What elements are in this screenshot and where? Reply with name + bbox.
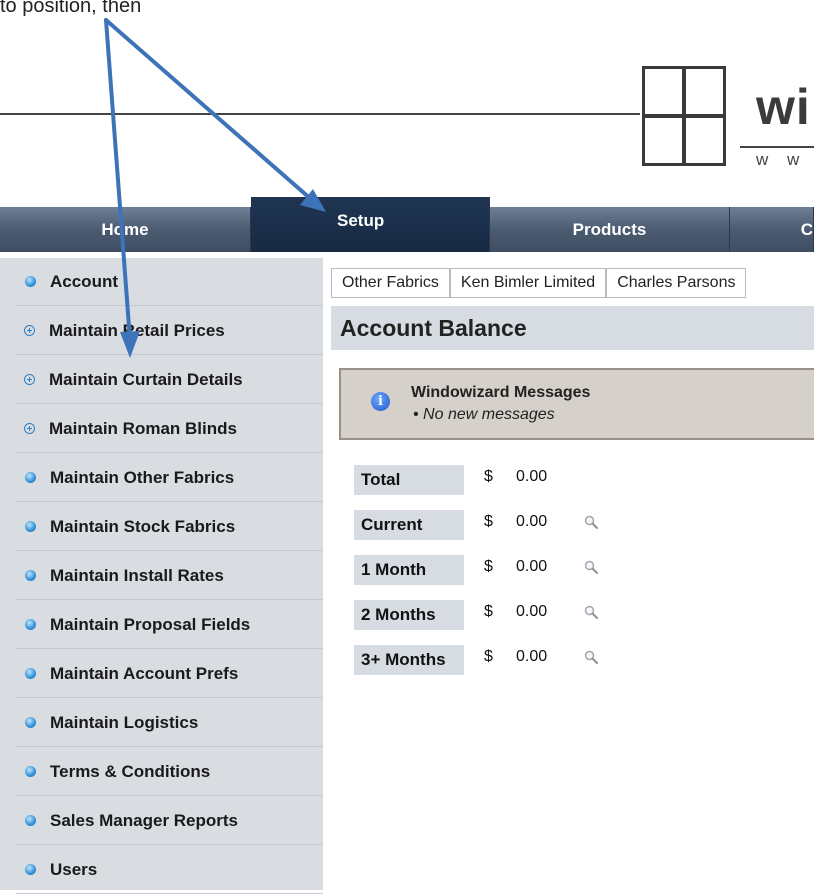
balance-currency: $ xyxy=(484,558,493,575)
subtab-bar: Other Fabrics Ken Bimler Limited Charles… xyxy=(331,268,747,298)
sidebar-item[interactable]: Account xyxy=(16,258,323,306)
bullet-icon xyxy=(25,668,36,679)
balance-currency: $ xyxy=(484,648,493,665)
balance-label: 1 Month xyxy=(354,555,464,585)
tab-next[interactable]: C xyxy=(730,207,814,252)
balance-label: Current xyxy=(354,510,464,540)
sidebar-item-label: Account xyxy=(50,271,118,291)
expand-icon xyxy=(24,423,35,434)
logo-rule-right xyxy=(740,146,814,148)
sidebar-item-label: Maintain Curtain Details xyxy=(49,369,243,389)
sidebar-item-label: Maintain Other Fabrics xyxy=(50,467,235,487)
message-text: No new messages xyxy=(423,406,555,423)
balance-label: Total xyxy=(354,465,464,495)
sidebar-item[interactable]: Sales Manager Reports xyxy=(16,797,323,845)
expand-icon xyxy=(24,374,35,385)
tab-products[interactable]: Products xyxy=(490,207,730,252)
bullet-icon xyxy=(25,472,36,483)
messages-title: Windowizard Messages xyxy=(411,384,591,401)
magnifier-icon[interactable] xyxy=(584,515,598,529)
balance-label: 2 Months xyxy=(354,600,464,630)
page-title: Account Balance xyxy=(331,306,814,350)
sidebar-item[interactable]: Maintain Curtain Details xyxy=(16,356,323,404)
bullet-icon xyxy=(25,521,36,532)
sidebar-item-label: Maintain Proposal Fields xyxy=(50,614,251,634)
magnifier-icon[interactable] xyxy=(584,605,598,619)
subtab-other-fabrics[interactable]: Other Fabrics xyxy=(331,268,450,298)
sidebar-item[interactable]: Maintain Retail Prices xyxy=(16,307,323,355)
logo-wordmark: wi xyxy=(756,79,811,135)
balance-value: 0.00 xyxy=(516,468,548,485)
subtab-charles-parsons[interactable]: Charles Parsons xyxy=(606,268,747,298)
message-item: • No new messages xyxy=(413,406,555,423)
sidebar: Account Maintain Retail Prices Maintain Cu… xyxy=(0,258,323,894)
annotation-caption: to position, then xyxy=(0,0,142,17)
sidebar-item-label: Users xyxy=(50,859,98,879)
balance-label: 3+ Months xyxy=(354,645,464,675)
subtab-ken-bimler[interactable]: Ken Bimler Limited xyxy=(449,268,607,298)
balance-currency: $ xyxy=(484,603,493,620)
logo-rule-left xyxy=(0,113,640,115)
info-icon: i xyxy=(371,392,390,411)
main-nav: Home Setup Products C xyxy=(0,197,814,252)
logo-url: w w xyxy=(756,150,807,169)
sidebar-item-label: Maintain Account Prefs xyxy=(50,663,239,683)
balance-currency: $ xyxy=(484,513,493,530)
bullet-icon xyxy=(25,815,36,826)
sidebar-item-label: Maintain Retail Prices xyxy=(49,320,225,340)
sidebar-item[interactable]: Maintain Install Rates xyxy=(16,552,323,600)
sidebar-item-label: Maintain Install Rates xyxy=(50,565,224,585)
sidebar-item-label: Maintain Stock Fabrics xyxy=(50,516,236,536)
tab-home[interactable]: Home xyxy=(0,207,251,252)
bullet-icon xyxy=(25,864,36,875)
balance-value: 0.00 xyxy=(516,648,548,665)
expand-icon xyxy=(24,325,35,336)
sidebar-item-label: Sales Manager Reports xyxy=(50,810,239,830)
bullet-icon xyxy=(25,717,36,728)
bullet-icon xyxy=(25,619,36,630)
arrow-line-diagonal xyxy=(104,18,314,202)
logo-window-icon xyxy=(642,66,726,166)
sidebar-item[interactable]: Maintain Proposal Fields xyxy=(16,601,323,649)
sidebar-item-label: Maintain Logistics xyxy=(50,712,199,732)
balance-value: 0.00 xyxy=(516,513,548,530)
magnifier-icon[interactable] xyxy=(584,650,598,664)
balance-value: 0.00 xyxy=(516,603,548,620)
sidebar-item[interactable]: Terms & Conditions xyxy=(16,748,323,796)
sidebar-item[interactable]: Maintain Account Prefs xyxy=(16,650,323,698)
bullet-icon xyxy=(25,570,36,581)
bullet-icon xyxy=(25,276,36,287)
sidebar-item[interactable]: Maintain Logistics xyxy=(16,699,323,747)
tab-setup[interactable]: Setup xyxy=(251,197,490,252)
sidebar-item[interactable]: Maintain Stock Fabrics xyxy=(16,503,323,551)
bullet-icon xyxy=(25,766,36,777)
balance-currency: $ xyxy=(484,468,493,485)
sidebar-item-label: Maintain Roman Blinds xyxy=(49,418,237,438)
sidebar-item[interactable]: Maintain Roman Blinds xyxy=(16,405,323,453)
sidebar-item[interactable]: Users xyxy=(16,846,323,894)
sidebar-item[interactable]: Maintain Other Fabrics xyxy=(16,454,323,502)
balance-value: 0.00 xyxy=(516,558,548,575)
magnifier-icon[interactable] xyxy=(584,560,598,574)
sidebar-item-label: Terms & Conditions xyxy=(50,761,211,781)
messages-panel: i Windowizard Messages • No new messages xyxy=(339,368,814,440)
